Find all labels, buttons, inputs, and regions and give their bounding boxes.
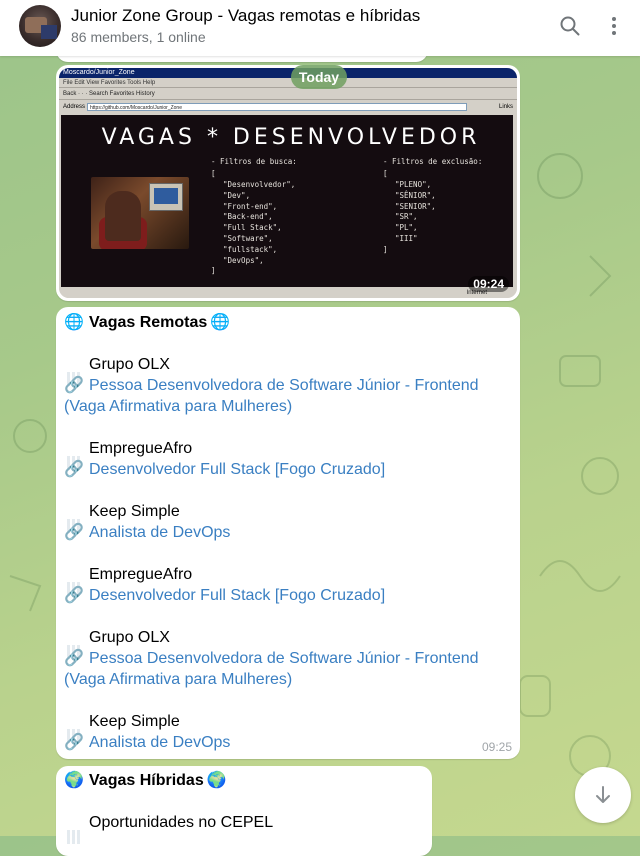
browser-content: VAGAS * DESENVOLVEDOR - Filtros de busca… bbox=[61, 115, 513, 287]
filter-item: "III" bbox=[395, 233, 418, 243]
chat-subtitle: 86 members, 1 online bbox=[71, 29, 206, 45]
filter-item: "PL", bbox=[395, 223, 418, 233]
browser-address-bar: Address https://github.com/Moscardo/Juni… bbox=[59, 101, 517, 113]
job-company: Keep Simple bbox=[67, 713, 180, 743]
group-avatar[interactable] bbox=[19, 5, 61, 47]
job-link-row: 🔗 Pessoa Desenvolvedora de Software Júnio… bbox=[64, 375, 479, 396]
filter-item: "Front-end", bbox=[223, 201, 278, 211]
job-link-continuation[interactable]: (Vaga Afirmativa para Mulheres) bbox=[64, 669, 292, 690]
filter-item: "Dev", bbox=[223, 190, 251, 200]
browser-menu-bar: File Edit View Favorites Tools Help bbox=[59, 78, 517, 88]
job-link[interactable]: Analista de DevOps bbox=[89, 524, 230, 541]
job-link[interactable]: Desenvolvedor Full Stack [Fogo Cruzado] bbox=[89, 461, 385, 478]
job-company: EmpregueAfro bbox=[67, 566, 193, 596]
job-link[interactable]: Analista de DevOps bbox=[89, 734, 230, 751]
filter-item: "Software", bbox=[223, 233, 273, 243]
message-time: 09:25 bbox=[481, 740, 512, 754]
job-link-row: 🔗 Analista de DevOps bbox=[64, 522, 230, 543]
filter-item: "SENIOR", bbox=[395, 201, 436, 211]
more-vertical-icon[interactable] bbox=[602, 14, 626, 38]
job-link-row: 🔗 Pessoa Desenvolvedora de Software Júnio… bbox=[64, 648, 479, 669]
link-icon: 🔗 bbox=[64, 377, 84, 394]
chat-title[interactable]: Junior Zone Group - Vagas remotas e híbr… bbox=[71, 6, 420, 26]
exclusion-filters-label: - Filtros de exclusão: bbox=[383, 157, 483, 166]
filter-item: "fullstack", bbox=[223, 244, 278, 254]
date-badge: Today bbox=[291, 65, 347, 89]
job-link-row: 🔗 Analista de DevOps bbox=[64, 732, 230, 753]
job-company: Keep Simple bbox=[67, 503, 180, 533]
link-icon: 🔗 bbox=[64, 650, 84, 667]
link-icon: 🔗 bbox=[64, 734, 84, 751]
job-link[interactable]: Pessoa Desenvolvedora de Software Júnior… bbox=[89, 650, 479, 667]
arrow-down-icon bbox=[596, 786, 610, 803]
exclusion-filters-list: "PLENO", "SÊNIOR", "SENIOR", "SR", "PL", "III… bbox=[395, 180, 436, 245]
address-field: https://github.com/Moscardo/Junior_Zone bbox=[87, 103, 467, 111]
scroll-to-bottom-button[interactable] bbox=[575, 767, 631, 823]
globe-europe-africa-icon: 🌍 bbox=[64, 772, 84, 789]
globe-europe-africa-icon: 🌍 bbox=[206, 772, 227, 789]
filter-item: "Full Stack", bbox=[223, 223, 282, 233]
job-link[interactable]: Pessoa Desenvolvedora de Software Júnior… bbox=[89, 377, 479, 394]
link-icon: 🔗 bbox=[64, 524, 84, 541]
message-time: 09:24 bbox=[468, 276, 509, 292]
link-icon: 🔗 bbox=[64, 587, 84, 604]
search-filters-list: "Desenvolvedor", "Dev", "Front-end", "Back-… bbox=[223, 180, 295, 266]
job-company: Oportunidades no CEPEL bbox=[67, 814, 274, 844]
image-message[interactable]: Moscardo/Junior_Zone File Edit View Favo… bbox=[56, 65, 520, 301]
job-link-row: 🔗 Desenvolvedor Full Stack [Fogo Cruzado] bbox=[64, 459, 385, 480]
address-label: Address bbox=[63, 104, 86, 110]
job-link-row: 🔗 Desenvolvedor Full Stack [Fogo Cruzado] bbox=[64, 585, 385, 606]
browser-toolbar: Back · · · Search Favorites History bbox=[59, 89, 517, 100]
hybrid-jobs-message[interactable]: 🌍 Vagas Híbridas 🌍 Oportunidades no CEPEL bbox=[56, 766, 432, 856]
job-company: EmpregueAfro bbox=[67, 440, 193, 470]
search-icon[interactable] bbox=[558, 14, 582, 38]
link-icon: 🔗 bbox=[64, 461, 84, 478]
job-link[interactable]: Desenvolvedor Full Stack [Fogo Cruzado] bbox=[89, 587, 385, 604]
filter-item: "Back-end", bbox=[223, 212, 273, 222]
links-label: Links bbox=[498, 104, 513, 110]
search-filters-label: - Filtros de busca: bbox=[211, 157, 297, 166]
job-company: Grupo OLX bbox=[67, 356, 170, 386]
browser-window-title: Moscardo/Junior_Zone bbox=[59, 68, 517, 78]
globe-meridians-icon: 🌐 bbox=[210, 314, 231, 331]
hybrid-heading: 🌍 Vagas Híbridas 🌍 bbox=[64, 772, 227, 789]
remote-heading: 🌐 Vagas Remotas 🌐 bbox=[64, 314, 231, 331]
job-link-continuation[interactable]: (Vaga Afirmativa para Mulheres) bbox=[64, 396, 292, 417]
filter-item: "DevOps", bbox=[223, 255, 264, 265]
filter-item: "PLENO", bbox=[395, 180, 432, 189]
globe-meridians-icon: 🌐 bbox=[64, 314, 84, 331]
browser-status-bar: Internet bbox=[59, 288, 517, 298]
remote-jobs-message[interactable]: 🌐 Vagas Remotas 🌐 Grupo OLX 🔗 Pessoa Desenvo… bbox=[56, 307, 520, 759]
message-image[interactable]: Moscardo/Junior_Zone File Edit View Favo… bbox=[59, 68, 517, 298]
filter-item: "SÊNIOR", bbox=[395, 190, 436, 200]
chat-header[interactable]: Junior Zone Group - Vagas remotas e híbr… bbox=[0, 0, 640, 56]
filter-item: "Desenvolvedor", bbox=[223, 180, 296, 189]
banner-title: VAGAS * DESENVOLVEDOR bbox=[101, 125, 481, 150]
job-company: Grupo OLX bbox=[67, 629, 170, 659]
filter-item: "SR", bbox=[395, 212, 418, 222]
photo-developer bbox=[91, 177, 189, 249]
